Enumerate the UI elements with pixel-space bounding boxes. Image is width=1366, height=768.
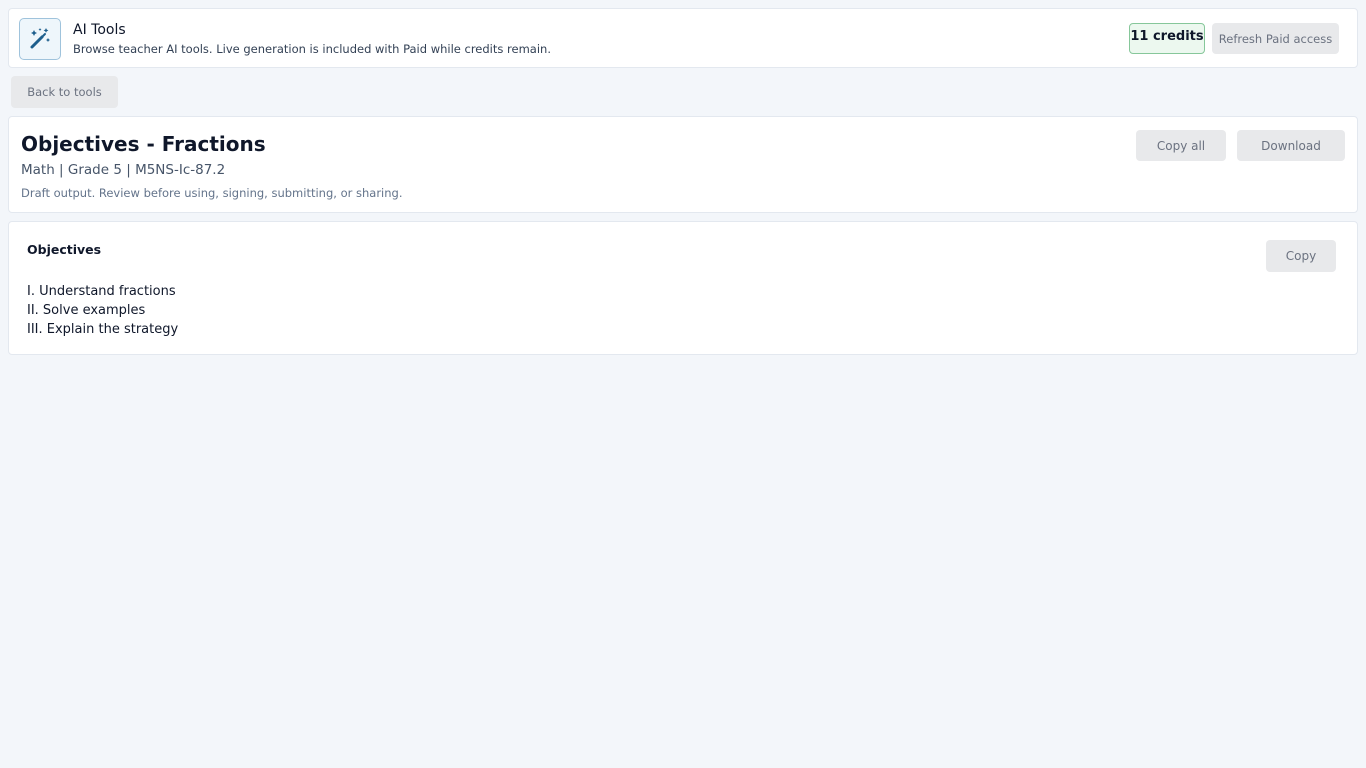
objectives-card: Objectives Copy I. Understand fractions … — [8, 221, 1358, 355]
magic-wand-icon — [19, 18, 61, 60]
copy-objectives-button[interactable]: Copy — [1266, 240, 1336, 272]
back-to-tools-button[interactable]: Back to tools — [11, 76, 118, 108]
list-item: II. Solve examples — [27, 303, 146, 318]
list-item: I. Understand fractions — [27, 284, 176, 299]
download-button[interactable]: Download — [1237, 130, 1345, 161]
document-header-card: Objectives - Fractions Math | Grade 5 | … — [8, 116, 1358, 213]
document-meta: Math | Grade 5 | M5NS-Ic-87.2 — [21, 162, 226, 178]
objectives-heading: Objectives — [27, 242, 102, 257]
list-item: III. Explain the strategy — [27, 322, 179, 337]
draft-note: Draft output. Review before using, signi… — [21, 186, 403, 200]
app-header: AI Tools Browse teacher AI tools. Live g… — [8, 8, 1358, 68]
copy-all-button[interactable]: Copy all — [1136, 130, 1226, 161]
page-title: Objectives - Fractions — [21, 132, 266, 156]
app-title: AI Tools — [73, 22, 126, 38]
credits-badge: 11 credits — [1129, 23, 1205, 54]
app-subtitle: Browse teacher AI tools. Live generation… — [73, 42, 551, 56]
objectives-list: I. Understand fractions II. Solve exampl… — [27, 282, 178, 339]
refresh-paid-access-button[interactable]: Refresh Paid access — [1212, 23, 1339, 54]
